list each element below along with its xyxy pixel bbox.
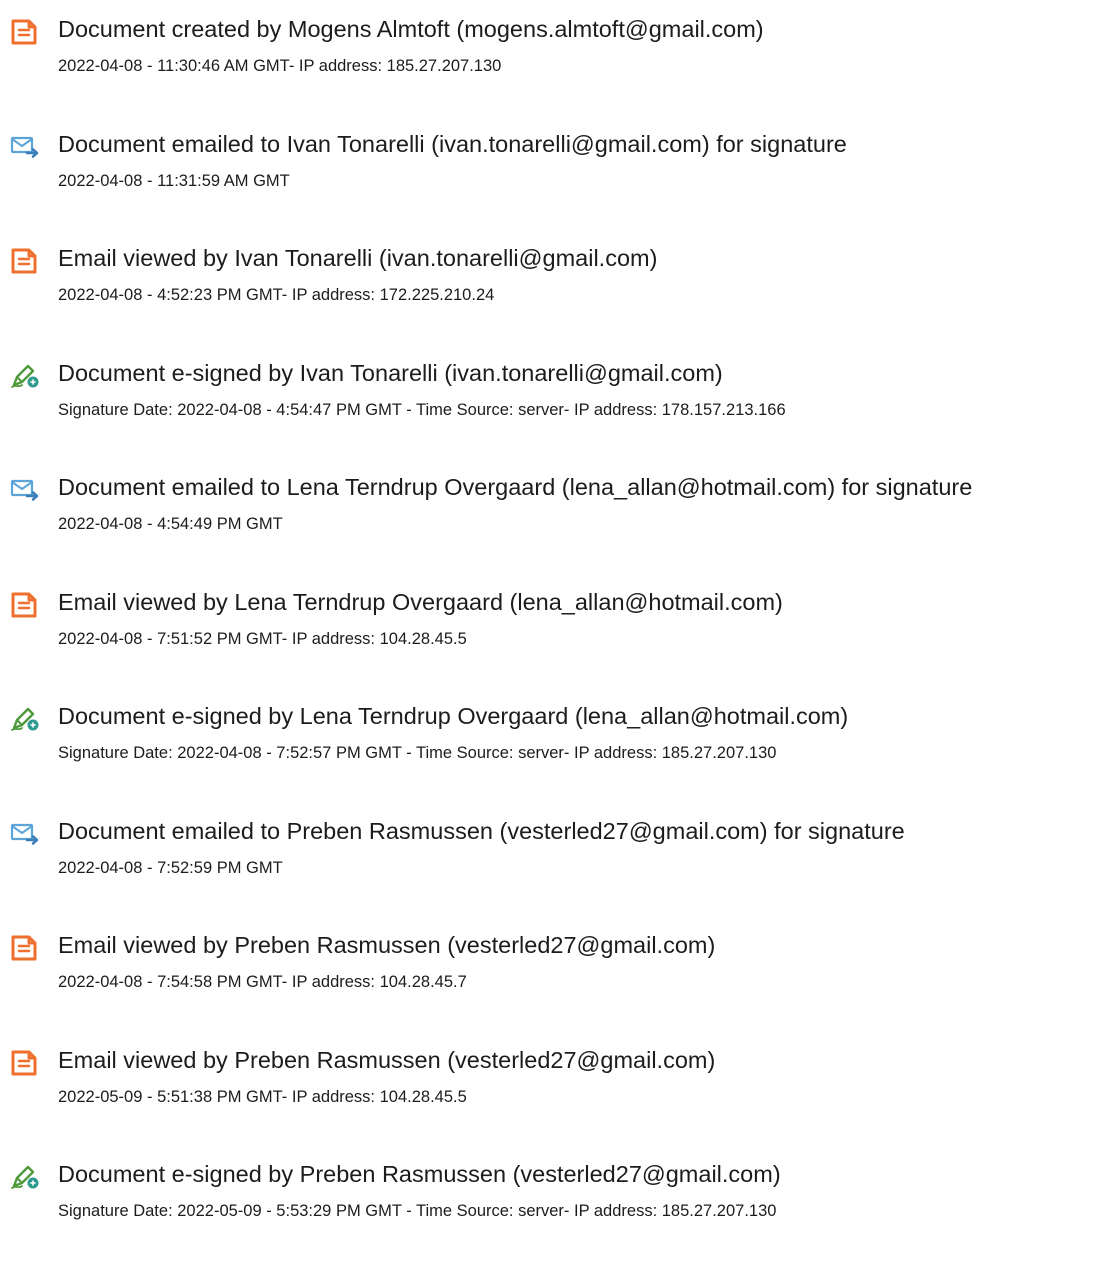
- event-title: Document created by Mogens Almtoft (moge…: [58, 16, 764, 42]
- event-detail: 2022-05-09 - 5:51:38 PM GMT- IP address:…: [58, 1087, 467, 1106]
- audit-event: Email viewed by Lena Terndrup Overgaard …: [0, 586, 1097, 701]
- event-detail: Signature Date: 2022-04-08 - 4:54:47 PM …: [58, 400, 786, 419]
- event-detail: 2022-04-08 - 7:51:52 PM GMT- IP address:…: [58, 629, 467, 648]
- document-viewed-icon: [10, 246, 40, 274]
- event-detail: 2022-04-08 - 4:52:23 PM GMT- IP address:…: [58, 286, 495, 304]
- audit-event: Document emailed to Preben Rasmussen (ve…: [0, 815, 1097, 930]
- audit-event: Document emailed to Ivan Tonarelli (ivan…: [0, 128, 1097, 243]
- event-title: Document e-signed by Lena Terndrup Overg…: [58, 703, 849, 729]
- event-detail: 2022-04-08 - 7:54:58 PM GMT- IP address:…: [58, 973, 467, 991]
- audit-event: Email viewed by Ivan Tonarelli (ivan.ton…: [0, 242, 1097, 357]
- event-detail: 2022-04-08 - 4:54:49 PM GMT: [58, 515, 283, 533]
- document-created-icon: [10, 17, 40, 45]
- event-detail: 2022-04-08 - 11:30:46 AM GMT- IP address…: [58, 57, 502, 75]
- document-viewed-icon: [10, 1048, 40, 1076]
- event-title: Email viewed by Preben Rasmussen (vester…: [58, 1046, 716, 1073]
- event-detail: Signature Date: 2022-04-08 - 7:52:57 PM …: [58, 744, 777, 762]
- audit-event: Document e-signed by Ivan Tonarelli (iva…: [0, 357, 1097, 472]
- event-title: Email viewed by Ivan Tonarelli (ivan.ton…: [58, 245, 658, 271]
- audit-event: Email viewed by Preben Rasmussen (vester…: [0, 929, 1097, 1044]
- audit-event: Document e-signed by Preben Rasmussen (v…: [0, 1158, 1097, 1273]
- event-title: Email viewed by Lena Terndrup Overgaard …: [58, 588, 783, 615]
- event-detail: 2022-04-08 - 7:52:59 PM GMT: [58, 858, 283, 877]
- audit-event: Document created by Mogens Almtoft (moge…: [0, 13, 1097, 128]
- event-title: Document e-signed by Ivan Tonarelli (iva…: [58, 359, 723, 386]
- event-detail: Signature Date: 2022-05-09 - 5:53:29 PM …: [58, 1202, 777, 1220]
- event-detail: 2022-04-08 - 11:31:59 AM GMT: [58, 171, 290, 190]
- email-sent-icon: [10, 132, 40, 160]
- event-title: Document emailed to Lena Terndrup Overga…: [58, 474, 973, 500]
- audit-event: Document e-signed by Lena Terndrup Overg…: [0, 700, 1097, 815]
- audit-event: Document emailed to Lena Terndrup Overga…: [0, 471, 1097, 586]
- document-viewed-icon: [10, 590, 40, 618]
- email-sent-icon: [10, 475, 40, 503]
- esign-pen-icon: [10, 361, 40, 389]
- event-title: Document emailed to Ivan Tonarelli (ivan…: [58, 130, 847, 157]
- event-title: Email viewed by Preben Rasmussen (vester…: [58, 932, 716, 958]
- document-viewed-icon: [10, 933, 40, 961]
- event-title: Document emailed to Preben Rasmussen (ve…: [58, 817, 905, 844]
- email-sent-icon: [10, 819, 40, 847]
- audit-log: Document created by Mogens Almtoft (moge…: [0, 0, 1097, 1273]
- esign-pen-icon: [10, 704, 40, 732]
- event-title: Document e-signed by Preben Rasmussen (v…: [58, 1161, 781, 1187]
- esign-pen-icon: [10, 1162, 40, 1190]
- audit-event: Email viewed by Preben Rasmussen (vester…: [0, 1044, 1097, 1159]
